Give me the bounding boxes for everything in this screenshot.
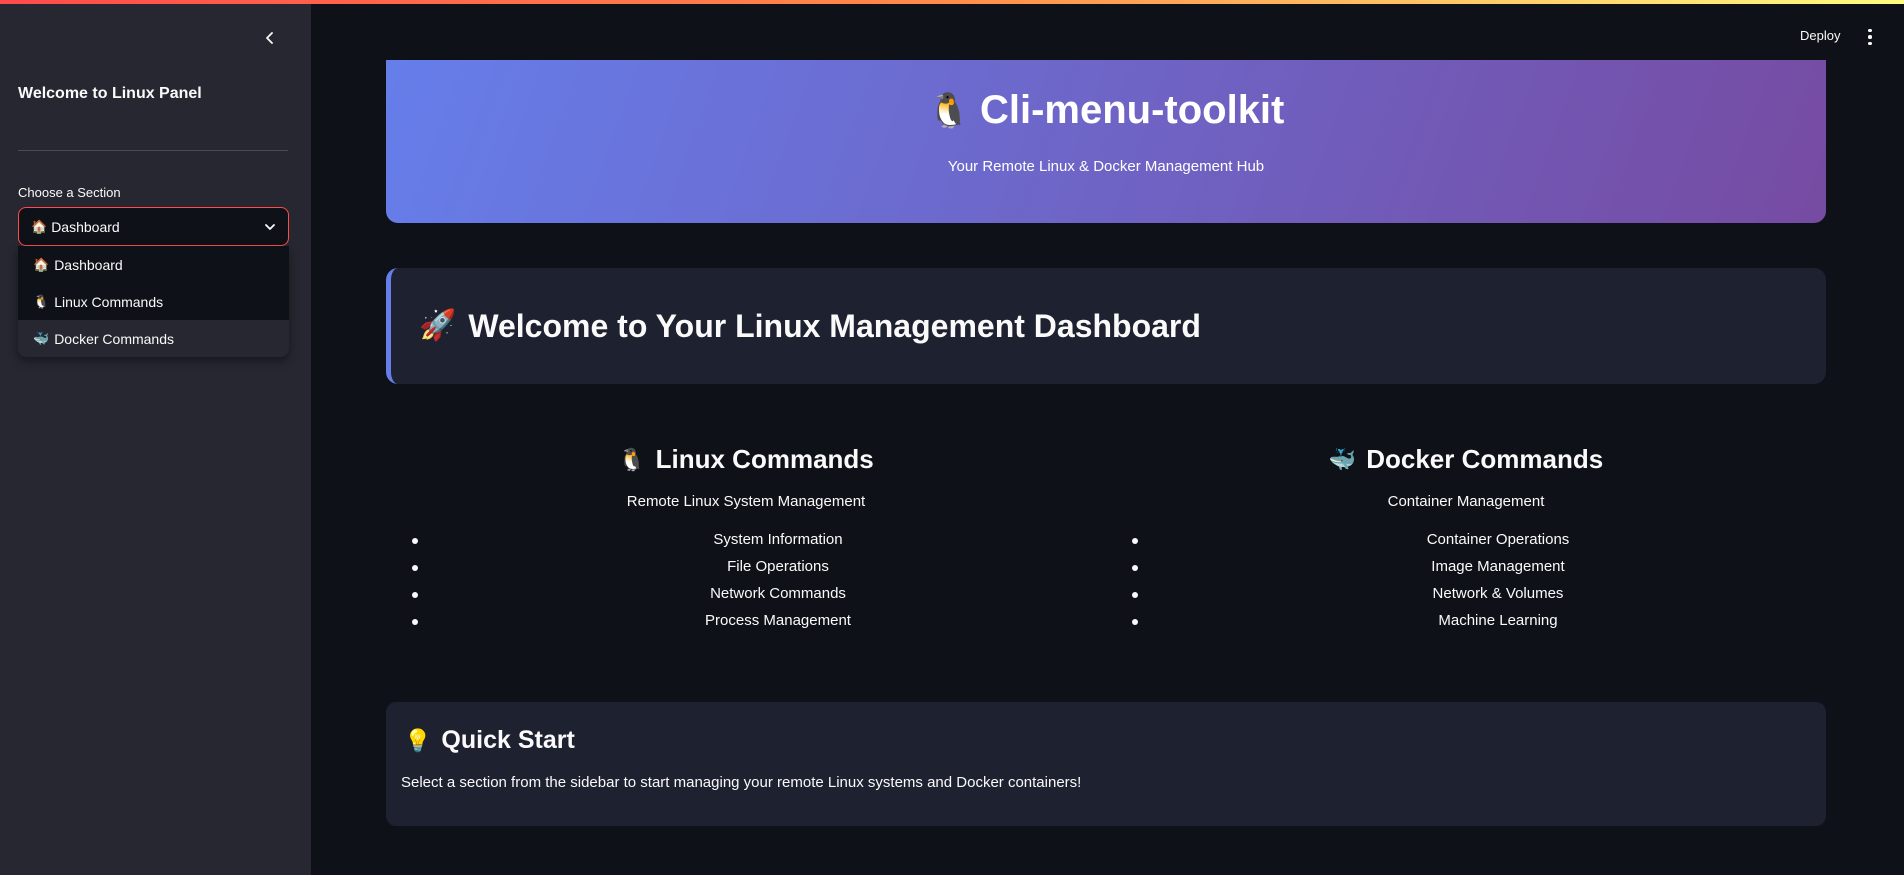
- section-select[interactable]: 🏠 Dashboard: [18, 207, 289, 246]
- feature-list: Container Operations Image Management Ne…: [1130, 531, 1826, 639]
- top-decoration-bar: [0, 0, 1904, 4]
- quick-start-heading: Quick Start: [441, 726, 575, 754]
- column-title: Docker Commands: [1366, 444, 1604, 474]
- quick-start-text: Select a section from the sidebar to sta…: [401, 774, 1082, 791]
- deploy-button[interactable]: Deploy: [1800, 28, 1840, 43]
- penguin-icon: 🐧: [33, 294, 50, 309]
- column-title: Linux Commands: [655, 444, 874, 474]
- welcome-heading: Welcome to Your Linux Management Dashboa…: [468, 307, 1201, 344]
- chevron-left-icon: [266, 32, 273, 44]
- section-dropdown-menu: 🏠 Dashboard 🐧 Linux Commands 🐳 Docker Co…: [18, 246, 289, 357]
- sidebar-title: Welcome to Linux Panel: [18, 85, 202, 102]
- rocket-icon: 🚀: [419, 309, 457, 342]
- list-item: System Information: [410, 531, 1106, 558]
- kebab-dot: [1868, 35, 1872, 39]
- list-item: Machine Learning: [1130, 612, 1826, 639]
- selected-section-value: Dashboard: [51, 218, 120, 235]
- list-item: File Operations: [410, 558, 1106, 585]
- section-select-label: Choose a Section: [18, 185, 121, 200]
- docker-commands-column: 🐳 Docker Commands Container Management C…: [1106, 400, 1826, 668]
- list-item: Container Operations: [1130, 531, 1826, 558]
- option-label: Docker Commands: [54, 330, 175, 347]
- sidebar: Welcome to Linux Panel Choose a Section …: [0, 0, 311, 875]
- list-item: Network & Volumes: [1130, 585, 1826, 612]
- quick-start-card: 💡 Quick Start Select a section from the …: [386, 702, 1826, 826]
- whale-icon: 🐳: [1328, 446, 1357, 472]
- list-item: Image Management: [1130, 558, 1826, 585]
- column-subtitle: Container Management: [1387, 493, 1545, 510]
- main-menu-button[interactable]: [1862, 26, 1878, 48]
- chevron-down-icon: [265, 223, 275, 230]
- house-icon: 🏠: [31, 219, 48, 234]
- column-subtitle: Remote Linux System Management: [626, 493, 866, 510]
- penguin-icon: 🐧: [618, 446, 646, 472]
- kebab-dot: [1868, 28, 1872, 33]
- hero-title: Cli-menu-toolkit: [979, 88, 1285, 132]
- collapse-sidebar-button[interactable]: [258, 26, 282, 50]
- sidebar-divider: [18, 150, 288, 151]
- kebab-dot: [1868, 41, 1872, 46]
- penguin-icon: 🐧: [927, 91, 970, 130]
- dropdown-option-linux-commands[interactable]: 🐧 Linux Commands: [18, 283, 289, 320]
- whale-icon: 🐳: [33, 331, 50, 346]
- welcome-card: 🚀 Welcome to Your Linux Management Dashb…: [386, 268, 1826, 384]
- option-label: Dashboard: [54, 256, 123, 273]
- dropdown-option-dashboard[interactable]: 🏠 Dashboard: [18, 246, 289, 283]
- house-icon: 🏠: [33, 257, 50, 272]
- feature-list: System Information File Operations Netwo…: [410, 531, 1106, 639]
- linux-commands-column: 🐧 Linux Commands Remote Linux System Man…: [386, 400, 1106, 668]
- lightbulb-icon: 💡: [404, 727, 432, 753]
- hero-banner: 🐧 Cli-menu-toolkit Your Remote Linux & D…: [386, 60, 1826, 223]
- list-item: Process Management: [410, 612, 1106, 639]
- hero-subtitle: Your Remote Linux & Docker Management Hu…: [947, 158, 1265, 175]
- option-label: Linux Commands: [54, 293, 164, 310]
- features-panel: 🐧 Linux Commands Remote Linux System Man…: [386, 400, 1826, 668]
- list-item: Network Commands: [410, 585, 1106, 612]
- dropdown-option-docker-commands[interactable]: 🐳 Docker Commands: [18, 320, 289, 357]
